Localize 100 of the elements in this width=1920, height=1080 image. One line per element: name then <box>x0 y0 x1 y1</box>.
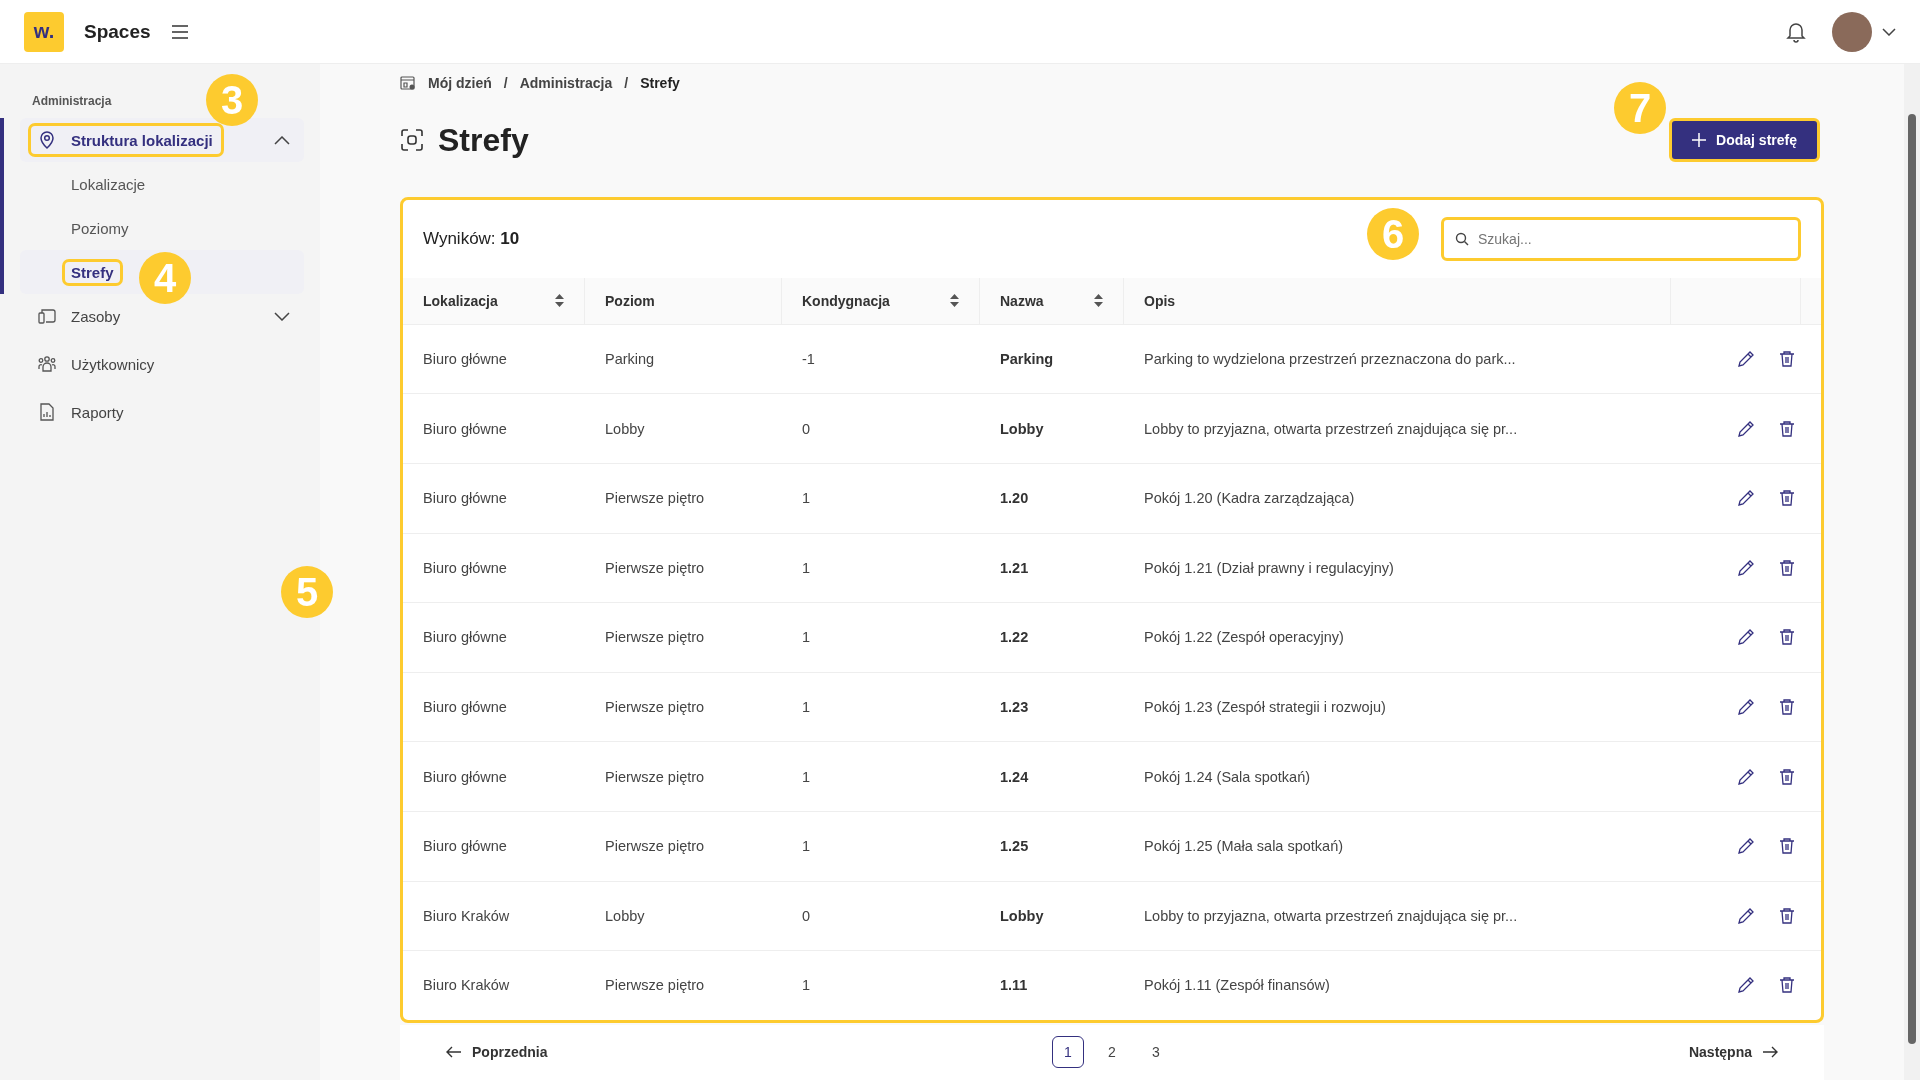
table-cell-text: Lobby <box>605 420 646 437</box>
table-cell-text: 1.22 <box>1000 629 1030 646</box>
pencil-icon <box>1737 628 1755 647</box>
edit-button[interactable] <box>1737 837 1755 856</box>
edit-button[interactable] <box>1737 628 1755 647</box>
breadcrumb-link[interactable]: Mój dzień <box>428 74 492 91</box>
table-cell-text: Biuro Kraków <box>423 907 511 924</box>
trash-icon <box>1779 906 1795 925</box>
edit-button[interactable] <box>1737 350 1755 369</box>
bell-icon[interactable] <box>1786 20 1806 43</box>
trash-icon <box>1779 350 1795 369</box>
sort-icon[interactable] <box>1094 294 1103 308</box>
pencil-icon <box>1737 558 1755 577</box>
edit-button[interactable] <box>1737 489 1755 508</box>
table-cell-text: 0 <box>802 420 812 437</box>
app-logo: w. <box>24 11 64 52</box>
pencil-icon <box>1737 698 1755 717</box>
table-cell-text: Lobby <box>1000 420 1045 437</box>
table-cell-text: Parking <box>605 351 656 368</box>
sort-icon[interactable] <box>950 294 959 308</box>
pencil-icon <box>1737 350 1755 369</box>
table-cell-text: 1 <box>802 699 812 716</box>
trash-icon <box>1779 837 1795 856</box>
table-cell-text: Lobby <box>1000 907 1045 924</box>
menu-icon[interactable] <box>170 24 189 39</box>
delete-button[interactable] <box>1779 906 1795 925</box>
page-button[interactable]: 2 <box>1096 1036 1128 1069</box>
chevron-up-icon[interactable] <box>274 135 290 145</box>
table-cell-text: 1.21 <box>1000 559 1030 576</box>
app-title: Spaces <box>84 20 151 43</box>
delete-button[interactable] <box>1779 419 1795 438</box>
edit-button[interactable] <box>1737 558 1755 577</box>
delete-button[interactable] <box>1779 837 1795 856</box>
pencil-icon <box>1737 906 1755 925</box>
table-cell-text: 1 <box>802 629 812 646</box>
table-cell-text: Pierwsze piętro <box>605 490 706 507</box>
sidebar-subitem[interactable]: Lokalizacje <box>62 170 155 198</box>
table-cell-text: Biuro główne <box>423 351 508 368</box>
table-cell-text: Pokój 1.22 (Zespół operacyjny) <box>1144 629 1345 646</box>
add-zone-button[interactable]: Dodaj strefę <box>1669 118 1820 163</box>
page-button[interactable]: 3 <box>1140 1036 1172 1069</box>
pencil-icon <box>1737 489 1755 508</box>
table-cell-text: Pokój 1.24 (Sala spotkań) <box>1144 768 1312 785</box>
sidebar-item[interactable]: Struktura lokalizacji <box>28 123 224 157</box>
table-cell-text: Biuro główne <box>423 768 508 785</box>
table-cell-text: 1.25 <box>1000 838 1030 855</box>
column-header: Poziom <box>605 292 655 309</box>
table-cell-text: 1 <box>802 977 812 994</box>
pencil-icon <box>1737 976 1755 995</box>
trash-icon <box>1779 976 1795 995</box>
column-header[interactable]: Lokalizacja <box>423 292 498 309</box>
focus-frame-icon <box>400 128 424 153</box>
table-cell-text: Pierwsze piętro <box>605 838 706 855</box>
table-cell-text: Lobby to przyjazna, otwarta przestrzeń znajdująca się pr... <box>1144 420 1519 437</box>
calendar-icon <box>400 74 416 91</box>
column-header[interactable]: Kondygnacja <box>802 292 890 309</box>
table-cell-text: Pokój 1.23 (Zespół strategii i rozwoju) <box>1144 699 1387 716</box>
edit-button[interactable] <box>1737 419 1755 438</box>
delete-button[interactable] <box>1779 628 1795 647</box>
table-cell-text: Parking to wydzielona przestrzeń przeznaczona do park... <box>1144 351 1517 368</box>
delete-button[interactable] <box>1779 558 1795 577</box>
delete-button[interactable] <box>1779 976 1795 995</box>
edit-button[interactable] <box>1737 698 1755 717</box>
table-cell-text: Pierwsze piętro <box>605 559 706 576</box>
sort-icon[interactable] <box>555 294 564 308</box>
breadcrumb-link[interactable]: Administracja <box>519 74 613 91</box>
delete-button[interactable] <box>1779 350 1795 369</box>
sidebar-item[interactable]: Użytkownicy <box>28 347 166 381</box>
step-number-badge: 7 <box>1614 82 1666 134</box>
edit-button[interactable] <box>1737 976 1755 995</box>
edit-button[interactable] <box>1737 767 1755 786</box>
delete-button[interactable] <box>1779 767 1795 786</box>
pencil-icon <box>1737 767 1755 786</box>
table-cell-text: 1.24 <box>1000 768 1030 785</box>
search-field[interactable]: Szukaj... <box>1441 216 1801 261</box>
table-cell-text: Biuro główne <box>423 838 508 855</box>
chevron-down-icon[interactable] <box>274 311 290 321</box>
delete-button[interactable] <box>1779 698 1795 717</box>
page-title: Strefy <box>438 121 529 159</box>
column-header: Opis <box>1144 292 1176 309</box>
sidebar-item[interactable]: Zasoby <box>28 299 132 333</box>
table-cell-text: 1 <box>802 490 812 507</box>
sidebar-item[interactable]: Raporty <box>28 395 135 429</box>
table-cell-text: Lobby <box>605 907 646 924</box>
pencil-icon <box>1737 837 1755 856</box>
edit-button[interactable] <box>1737 906 1755 925</box>
column-header[interactable]: Nazwa <box>1000 292 1044 309</box>
user-avatar[interactable] <box>1832 11 1872 52</box>
chevron-down-icon[interactable] <box>1882 27 1896 36</box>
trash-icon <box>1779 628 1795 647</box>
page-button[interactable]: 1 <box>1052 1036 1084 1069</box>
scrollbar[interactable] <box>1904 64 1920 1080</box>
sidebar-subitem[interactable]: Strefy <box>62 258 123 286</box>
report-icon <box>37 402 57 422</box>
delete-button[interactable] <box>1779 489 1795 508</box>
sidebar-subitem[interactable]: Poziomy <box>62 214 138 242</box>
previous-page-button[interactable]: Poprzednia <box>440 1043 554 1062</box>
trash-icon <box>1779 419 1795 438</box>
table-cell-text: 1 <box>802 768 812 785</box>
next-page-button[interactable]: Następna <box>1682 1043 1784 1062</box>
